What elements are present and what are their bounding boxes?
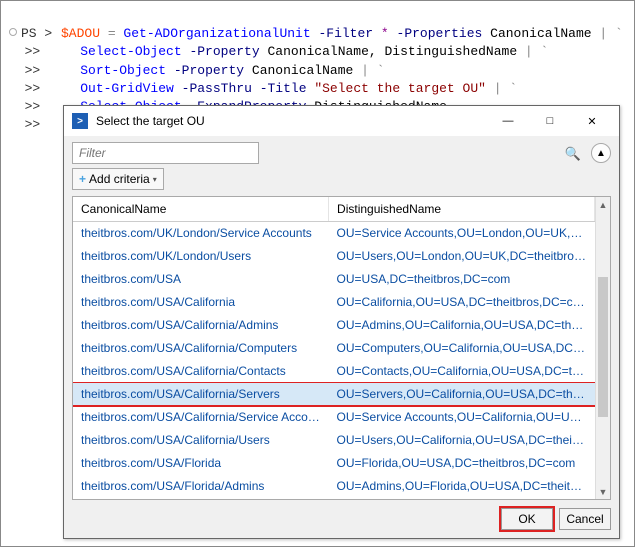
column-header-distinguishedname[interactable]: DistinguishedName xyxy=(329,197,595,222)
cell-distinguishedname[interactable]: OU=Users,OU=London,OU=UK,DC=theitbros... xyxy=(329,245,595,268)
header-row: CanonicalName DistinguishedName xyxy=(73,197,595,222)
powershell-icon: > xyxy=(72,113,88,129)
table-row[interactable]: theitbros.com/USA/California/ComputersOU… xyxy=(73,337,595,360)
ok-button[interactable]: OK xyxy=(501,508,553,530)
search-icon: 🔍 xyxy=(565,146,581,162)
gridview-dialog: > Select the target OU — □ ✕ 🔍 ▲ + Add c… xyxy=(63,105,620,539)
cell-canonicalname[interactable]: theitbros.com/USA/California/Users xyxy=(73,429,329,452)
close-button[interactable]: ✕ xyxy=(571,107,613,135)
table-row[interactable]: theitbros.com/USA/California/AdminsOU=Ad… xyxy=(73,314,595,337)
table-row[interactable]: theitbros.com/USA/Florida/ComputersOU=Co… xyxy=(73,498,595,501)
cell-canonicalname[interactable]: theitbros.com/USA/California/Servers xyxy=(73,383,329,406)
cell-canonicalname[interactable]: theitbros.com/USA xyxy=(73,268,329,291)
cell-distinguishedname[interactable]: OU=Computers,OU=Florida,OU=USA,DC=the... xyxy=(329,498,595,501)
cell-canonicalname[interactable]: theitbros.com/USA/Florida xyxy=(73,452,329,475)
cell-canonicalname[interactable]: theitbros.com/USA/Florida/Admins xyxy=(73,475,329,498)
cell-distinguishedname[interactable]: OU=Admins,OU=Florida,OU=USA,DC=theitbr..… xyxy=(329,475,595,498)
column-header-canonicalname[interactable]: CanonicalName xyxy=(73,197,329,222)
cell-distinguishedname[interactable]: OU=Service Accounts,OU=California,OU=US.… xyxy=(329,406,595,429)
cell-canonicalname[interactable]: theitbros.com/UK/London/Service Accounts xyxy=(73,222,329,245)
cell-distinguishedname[interactable]: OU=California,OU=USA,DC=theitbros,DC=com xyxy=(329,291,595,314)
table-row[interactable]: theitbros.com/USA/California/ContactsOU=… xyxy=(73,360,595,383)
cell-canonicalname[interactable]: theitbros.com/USA/California/Contacts xyxy=(73,360,329,383)
add-criteria-label: Add criteria xyxy=(89,172,150,186)
cell-distinguishedname[interactable]: OU=Admins,OU=California,OU=USA,DC=the... xyxy=(329,314,595,337)
vertical-scrollbar[interactable]: ▲ ▼ xyxy=(595,197,610,499)
table-row[interactable]: theitbros.com/UK/London/Service Accounts… xyxy=(73,222,595,245)
cancel-button[interactable]: Cancel xyxy=(559,508,611,530)
cell-canonicalname[interactable]: theitbros.com/UK/London/Users xyxy=(73,245,329,268)
cell-distinguishedname[interactable]: OU=Florida,OU=USA,DC=theitbros,DC=com xyxy=(329,452,595,475)
cell-distinguishedname[interactable]: OU=Contacts,OU=California,OU=USA,DC=th..… xyxy=(329,360,595,383)
filter-input[interactable] xyxy=(72,142,259,164)
table-row[interactable]: theitbros.com/USA/California/ServersOU=S… xyxy=(73,383,595,406)
table-row[interactable]: theitbros.com/USAOU=USA,DC=theitbros,DC=… xyxy=(73,268,595,291)
scroll-up-icon[interactable]: ▲ xyxy=(596,197,610,212)
cell-distinguishedname[interactable]: OU=Computers,OU=California,OU=USA,DC=... xyxy=(329,337,595,360)
cell-canonicalname[interactable]: theitbros.com/USA/California/Service Acc… xyxy=(73,406,329,429)
cell-canonicalname[interactable]: theitbros.com/USA/California/Admins xyxy=(73,314,329,337)
cell-canonicalname[interactable]: theitbros.com/USA/Florida/Computers xyxy=(73,498,329,501)
ps-prompt: PS > xyxy=(21,25,61,43)
dialog-titlebar[interactable]: > Select the target OU — □ ✕ xyxy=(64,106,619,136)
collapse-filter-button[interactable]: ▲ xyxy=(591,143,611,163)
cell-distinguishedname[interactable]: OU=Users,OU=California,OU=USA,DC=theitb.… xyxy=(329,429,595,452)
maximize-button[interactable]: □ xyxy=(529,107,571,135)
filter-toolbar: 🔍 ▲ + Add criteria ▾ xyxy=(64,136,619,192)
minimize-button[interactable]: — xyxy=(487,107,529,135)
scroll-down-icon[interactable]: ▼ xyxy=(596,484,610,499)
dialog-buttons: OK Cancel xyxy=(64,500,619,538)
table-row[interactable]: theitbros.com/USA/CaliforniaOU=Californi… xyxy=(73,291,595,314)
cell-canonicalname[interactable]: theitbros.com/USA/California xyxy=(73,291,329,314)
cell-distinguishedname[interactable]: OU=USA,DC=theitbros,DC=com xyxy=(329,268,595,291)
add-criteria-button[interactable]: + Add criteria ▾ xyxy=(72,168,164,190)
table-row[interactable]: theitbros.com/UK/London/UsersOU=Users,OU… xyxy=(73,245,595,268)
table-row[interactable]: theitbros.com/USA/Florida/AdminsOU=Admin… xyxy=(73,475,595,498)
data-grid: CanonicalName DistinguishedName theitbro… xyxy=(72,196,611,500)
cell-canonicalname[interactable]: theitbros.com/USA/California/Computers xyxy=(73,337,329,360)
dialog-title: Select the target OU xyxy=(96,114,487,128)
chevron-down-icon: ▾ xyxy=(153,175,157,184)
table-row[interactable]: theitbros.com/USA/FloridaOU=Florida,OU=U… xyxy=(73,452,595,475)
table-row[interactable]: theitbros.com/USA/California/UsersOU=Use… xyxy=(73,429,595,452)
table-row[interactable]: theitbros.com/USA/California/Service Acc… xyxy=(73,406,595,429)
plus-icon: + xyxy=(79,172,86,186)
cell-distinguishedname[interactable]: OU=Servers,OU=California,OU=USA,DC=theit… xyxy=(329,383,595,406)
cell-distinguishedname[interactable]: OU=Service Accounts,OU=London,OU=UK,D... xyxy=(329,222,595,245)
scroll-thumb[interactable] xyxy=(598,277,608,417)
